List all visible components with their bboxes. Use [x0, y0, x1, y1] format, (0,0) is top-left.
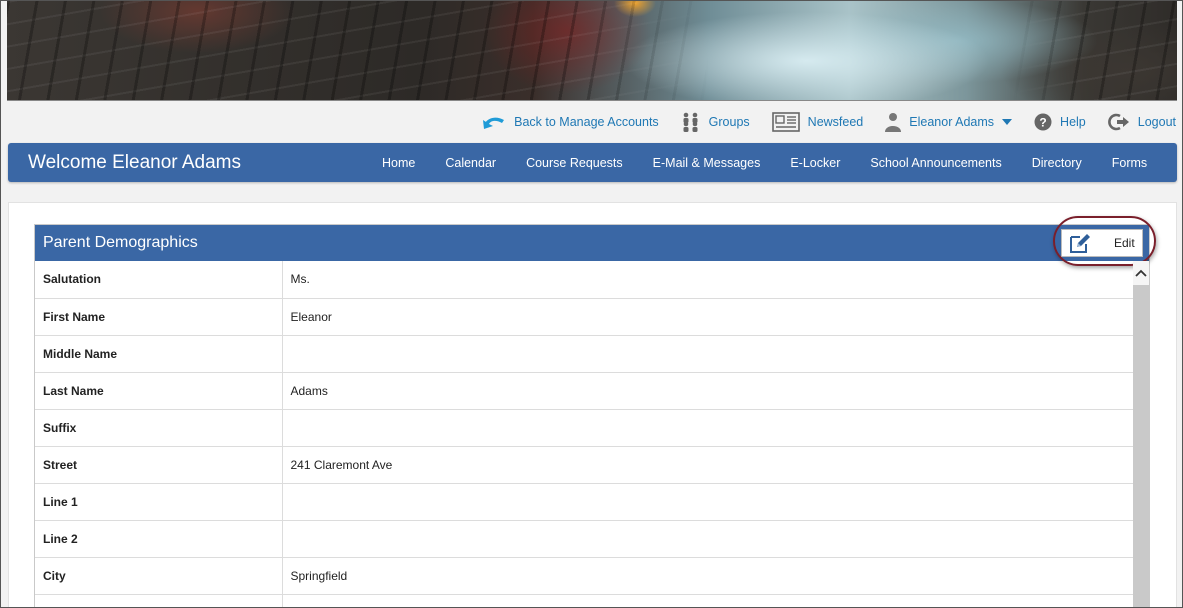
table-row: Line 1 — [35, 483, 1135, 521]
field-label: City — [35, 557, 283, 595]
parent-demographics-panel: Parent Demographics Edit Salutation Ms. Fi… — [34, 216, 1156, 607]
table-row: Last Name Adams — [35, 372, 1135, 410]
newspaper-icon — [771, 112, 800, 132]
user-menu-dropdown[interactable]: Eleanor Adams — [885, 112, 1013, 132]
groups-link[interactable]: Groups — [681, 112, 750, 132]
nav-item-email-messages[interactable]: E-Mail & Messages — [653, 156, 761, 170]
field-value — [282, 409, 1135, 447]
help-link[interactable]: ? Help — [1034, 113, 1086, 131]
edit-pencil-icon — [1070, 234, 1090, 253]
user-icon — [885, 113, 902, 132]
panel-header: Parent Demographics — [35, 225, 1149, 261]
back-to-manage-accounts-link[interactable]: Back to Manage Accounts — [482, 114, 659, 130]
table-row: Salutation Ms. — [35, 261, 1135, 299]
field-value — [282, 520, 1135, 558]
field-label: Line 2 — [35, 520, 283, 558]
chevron-up-icon — [1135, 269, 1147, 277]
table-row: Contact StateMA — [35, 594, 1135, 607]
nav-item-calendar[interactable]: Calendar — [445, 156, 496, 170]
vertical-scrollbar[interactable] — [1133, 261, 1149, 607]
edit-button-label: Edit — [1114, 236, 1135, 250]
groups-icon — [683, 112, 698, 132]
content-area: Parent Demographics Edit Salutation Ms. Fi… — [8, 202, 1177, 607]
field-value: MA — [282, 594, 1135, 607]
field-label: Salutation — [35, 261, 283, 299]
field-label: Suffix — [35, 409, 283, 447]
top-utility-links: Back to Manage Accounts Groups Newsfeed — [460, 109, 1176, 135]
field-value: Ms. — [282, 261, 1135, 299]
field-label: Last Name — [35, 372, 283, 410]
field-label: Line 1 — [35, 483, 283, 521]
help-icon: ? — [1034, 113, 1052, 131]
back-arrow-icon — [483, 117, 505, 129]
table-row: Street 241 Claremont Ave — [35, 446, 1135, 484]
newsfeed-label: Newsfeed — [807, 115, 864, 129]
welcome-heading: Welcome Eleanor Adams — [28, 151, 241, 173]
main-navigation-bar: Welcome Eleanor Adams Home Calendar Cour… — [8, 143, 1177, 182]
svg-text:?: ? — [1039, 116, 1046, 130]
field-label: Contact State — [35, 594, 283, 607]
field-value — [282, 335, 1135, 373]
groups-label: Groups — [708, 115, 750, 129]
table-row: Middle Name — [35, 335, 1135, 373]
user-name-label: Eleanor Adams — [909, 115, 995, 129]
logout-label: Logout — [1137, 115, 1176, 129]
edit-button[interactable]: Edit — [1061, 229, 1143, 257]
scroll-up-button[interactable] — [1133, 261, 1149, 285]
nav-item-forms[interactable]: Forms — [1112, 156, 1147, 170]
newsfeed-link[interactable]: Newsfeed — [771, 112, 864, 132]
chevron-down-icon — [1002, 119, 1013, 125]
nav-item-course-requests[interactable]: Course Requests — [526, 156, 623, 170]
field-value: 241 Claremont Ave — [282, 446, 1135, 484]
nav-menu: Home Calendar Course Requests E-Mail & M… — [382, 156, 1147, 170]
header-banner-image — [7, 1, 1177, 101]
back-to-manage-accounts-label: Back to Manage Accounts — [514, 115, 659, 129]
demographics-table: Salutation Ms. First Name Eleanor Middle Nam… — [35, 261, 1135, 607]
nav-item-home[interactable]: Home — [382, 156, 415, 170]
table-row: Line 2 — [35, 520, 1135, 558]
table-row: Suffix — [35, 409, 1135, 447]
logout-icon — [1107, 113, 1129, 131]
field-value: Adams — [282, 372, 1135, 410]
nav-item-school-announcements[interactable]: School Announcements — [870, 156, 1001, 170]
field-value: Springfield — [282, 557, 1135, 595]
nav-item-directory[interactable]: Directory — [1032, 156, 1082, 170]
table-row: First Name Eleanor — [35, 298, 1135, 336]
field-label: First Name — [35, 298, 283, 336]
app-frame: Back to Manage Accounts Groups Newsfeed — [0, 0, 1183, 608]
logout-link[interactable]: Logout — [1107, 113, 1176, 131]
panel-title: Parent Demographics — [43, 234, 198, 251]
field-value: Eleanor — [282, 298, 1135, 336]
field-label: Middle Name — [35, 335, 283, 373]
nav-item-e-locker[interactable]: E-Locker — [790, 156, 840, 170]
table-row: City Springfield — [35, 557, 1135, 595]
field-label: Street — [35, 446, 283, 484]
banner-texture — [7, 1, 1177, 100]
field-value — [282, 483, 1135, 521]
help-label: Help — [1060, 115, 1086, 129]
